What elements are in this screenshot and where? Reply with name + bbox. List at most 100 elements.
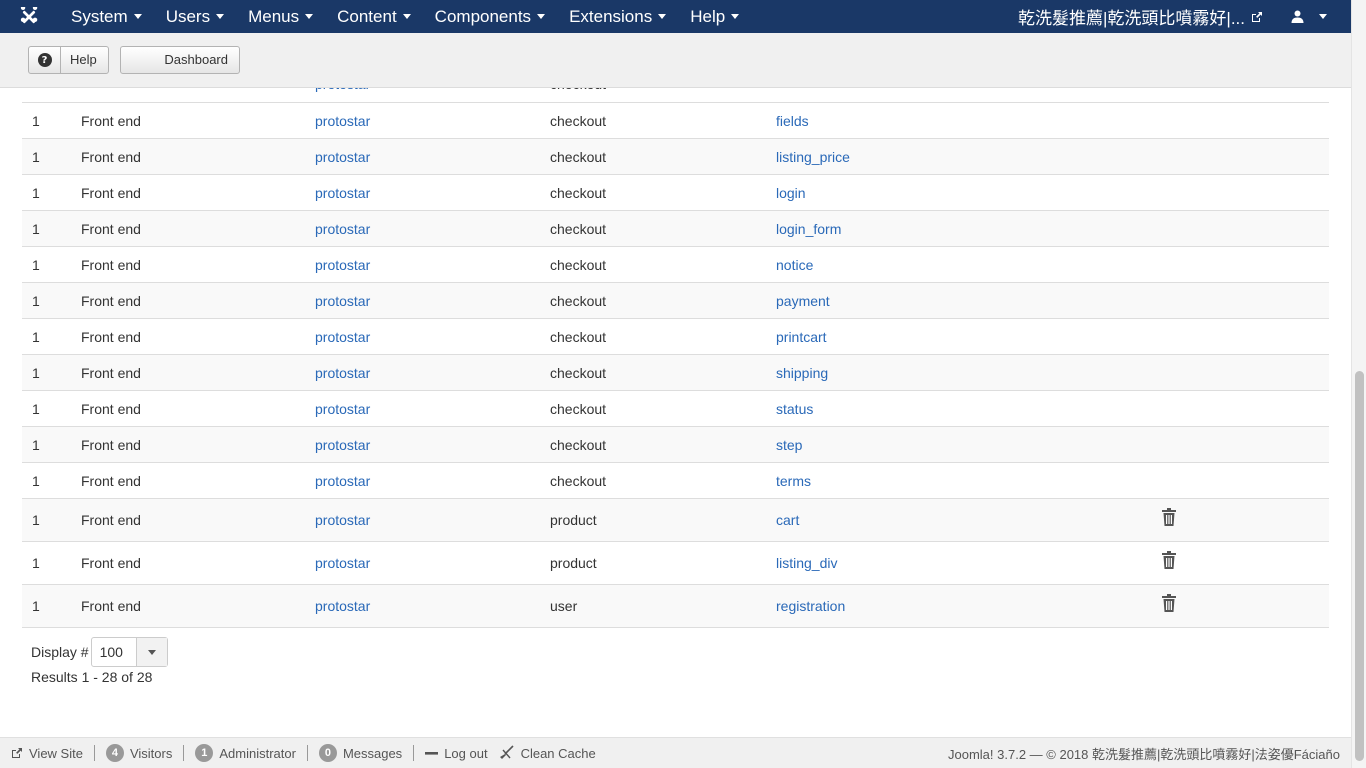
- clean-cache-label: Clean Cache: [520, 745, 596, 761]
- id-cell: 1: [32, 512, 40, 528]
- menu-help[interactable]: Help: [677, 7, 750, 27]
- trash-icon[interactable]: [1162, 594, 1176, 612]
- page-scrollbar[interactable]: [1351, 0, 1366, 768]
- override-name-link[interactable]: listing_price: [776, 139, 850, 175]
- group-cell: checkout: [550, 185, 607, 201]
- template-link[interactable]: protostar: [315, 247, 370, 283]
- client-cell: Front end: [81, 149, 141, 165]
- id-cell: 1: [32, 437, 40, 453]
- chevron-down-icon: [216, 14, 225, 19]
- joomla-logo-icon[interactable]: [0, 0, 58, 33]
- site-link[interactable]: 乾洗髮推薦|乾洗頭比噴霧好|...: [1018, 4, 1263, 29]
- template-link[interactable]: protostar: [315, 139, 370, 175]
- template-link[interactable]: protostar: [315, 175, 370, 211]
- group-cell: checkout: [550, 88, 606, 102]
- override-name-link[interactable]: status: [776, 391, 813, 427]
- chevron-down-icon: [537, 14, 546, 19]
- template-link[interactable]: protostar: [315, 427, 370, 463]
- template-link[interactable]: protostar: [315, 211, 370, 247]
- id-cell: 1: [32, 598, 40, 614]
- override-name-link[interactable]: cart: [776, 504, 799, 536]
- template-link[interactable]: protostar: [315, 590, 370, 622]
- template-link[interactable]: protostar: [315, 283, 370, 319]
- group-cell: checkout: [550, 365, 607, 381]
- override-name-link[interactable]: listing_div: [776, 547, 837, 579]
- scrollbar-thumb[interactable]: [1355, 371, 1364, 761]
- menu-menus[interactable]: Menus: [235, 7, 324, 27]
- table-row: 1 Front end protostar checkout fields: [22, 102, 1329, 138]
- main-menu: System Users Menus Content Components Ex…: [58, 0, 750, 33]
- messages-status[interactable]: 0 Messages: [308, 744, 415, 762]
- minus-icon: [425, 752, 439, 755]
- menu-users[interactable]: Users: [153, 7, 235, 27]
- site-name: 乾洗髮推薦|乾洗頭比噴霧好|...: [1017, 9, 1245, 28]
- id-cell: 1: [32, 555, 40, 571]
- help-button-label: Help: [70, 52, 97, 67]
- limit-dropdown-toggle[interactable]: [135, 638, 167, 666]
- chevron-down-icon: [731, 14, 740, 19]
- question-icon: ?: [37, 53, 52, 67]
- override-name-link[interactable]: fields: [776, 103, 809, 139]
- dashboard-button[interactable]: Dashboard: [120, 46, 240, 74]
- table-row: 1 Front end protostar checkout notice: [22, 246, 1329, 282]
- limit-select[interactable]: 100: [90, 637, 168, 667]
- view-site-link[interactable]: View Site: [0, 745, 95, 761]
- client-cell: Front end: [81, 293, 141, 309]
- trash-icon[interactable]: [1162, 551, 1176, 569]
- clean-cache-link[interactable]: Clean Cache: [499, 745, 607, 761]
- id-cell: 1: [32, 329, 40, 345]
- table-bottom-border: [22, 627, 1329, 628]
- chevron-down-icon: [658, 14, 667, 19]
- user-icon: [1291, 10, 1304, 23]
- override-name-link[interactable]: step: [776, 427, 802, 463]
- template-link[interactable]: protostar: [315, 355, 370, 391]
- visitors-label: Visitors: [129, 745, 173, 761]
- client-cell: Front end: [81, 598, 141, 614]
- override-name-link[interactable]: payment: [776, 283, 830, 319]
- menu-menus-label: Menus: [248, 6, 300, 26]
- override-name-link[interactable]: notice: [776, 247, 813, 283]
- chevron-down-icon: [133, 14, 142, 19]
- template-link[interactable]: protostar: [315, 391, 370, 427]
- template-link[interactable]: protostar: [315, 103, 370, 139]
- id-cell: 1: [32, 113, 40, 129]
- table-row: 1 Front end protostar checkout shipping: [22, 354, 1329, 390]
- menu-content-label: Content: [337, 6, 397, 26]
- client-cell: Front end: [81, 512, 141, 528]
- template-link[interactable]: protostar: [315, 504, 370, 536]
- table-row: protostar checkout: [22, 88, 1329, 102]
- group-cell: checkout: [550, 401, 607, 417]
- id-cell: 1: [32, 365, 40, 381]
- table-row: 1 Front end protostar checkout step: [22, 426, 1329, 462]
- override-name-link[interactable]: printcart: [776, 319, 827, 355]
- table-row: 1 Front end protostar checkout printcart: [22, 318, 1329, 354]
- override-name-link[interactable]: login: [776, 175, 806, 211]
- help-button[interactable]: ? Help: [28, 46, 109, 74]
- override-name-link[interactable]: terms: [776, 463, 811, 499]
- menu-extensions[interactable]: Extensions: [556, 7, 677, 27]
- id-cell: 1: [32, 401, 40, 417]
- display-limit: Display # 100: [31, 637, 168, 667]
- trash-icon[interactable]: [1162, 508, 1176, 526]
- menu-system[interactable]: System: [58, 7, 153, 27]
- template-link[interactable]: protostar: [315, 463, 370, 499]
- table-row: 1 Front end protostar product listing_di…: [22, 541, 1329, 584]
- status-bar: View Site 4 Visitors 1 Administrator 0 M…: [0, 737, 1351, 768]
- client-cell: Front end: [81, 555, 141, 571]
- messages-count-badge: 0: [318, 744, 337, 762]
- template-link[interactable]: protostar: [315, 547, 370, 579]
- override-name-link[interactable]: login_form: [776, 211, 841, 247]
- template-link[interactable]: protostar: [315, 88, 370, 102]
- table-row: 1 Front end protostar checkout login: [22, 174, 1329, 210]
- override-name-link[interactable]: registration: [776, 590, 845, 622]
- client-cell: Front end: [81, 365, 141, 381]
- menu-components[interactable]: Components: [422, 7, 556, 27]
- template-link[interactable]: protostar: [315, 319, 370, 355]
- id-cell: 1: [32, 473, 40, 489]
- logout-link[interactable]: Log out: [414, 745, 498, 761]
- menu-content[interactable]: Content: [324, 7, 422, 27]
- user-menu[interactable]: [1291, 10, 1327, 23]
- client-cell: Front end: [81, 221, 141, 237]
- override-name-link[interactable]: shipping: [776, 355, 828, 391]
- menu-system-label: System: [71, 6, 128, 26]
